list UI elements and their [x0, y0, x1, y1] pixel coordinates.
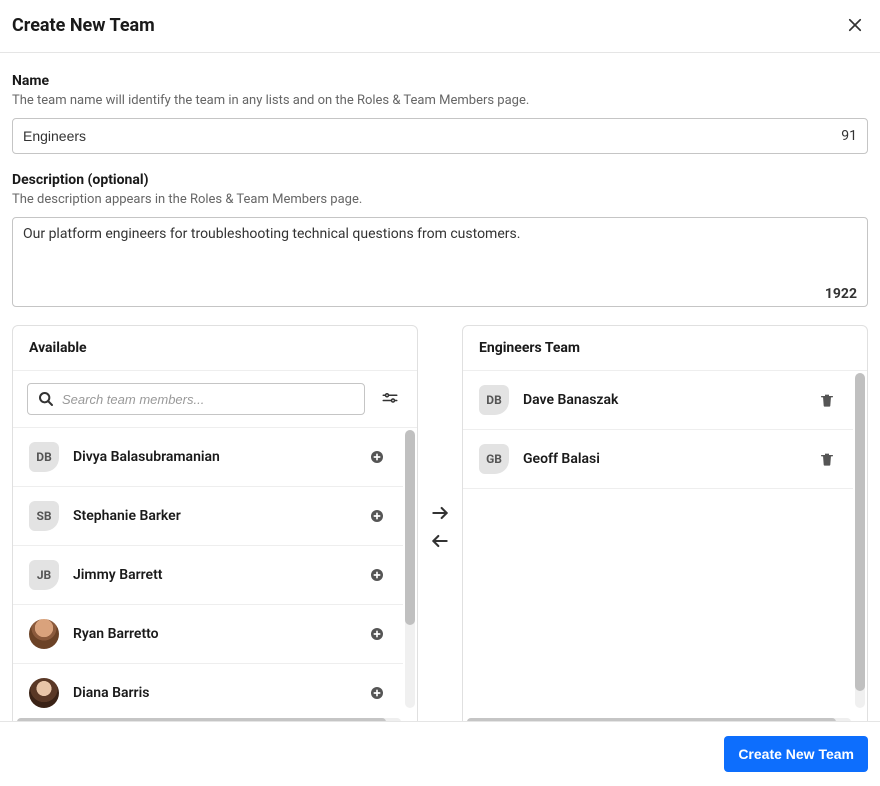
available-list[interactable]: DB Divya Balasubramanian SB Stephanie Barke…: [13, 428, 403, 716]
avatar: JB: [29, 560, 59, 590]
arrow-left-icon: [430, 531, 450, 551]
close-icon: [846, 16, 864, 34]
team-list-wrap: DB Dave Banaszak GB Geoff Balasi: [463, 371, 867, 728]
add-member-button[interactable]: [367, 683, 387, 703]
avatar: GB: [479, 444, 509, 474]
member-name: Jimmy Barrett: [73, 567, 353, 583]
member-name: Divya Balasubramanian: [73, 449, 353, 465]
search-row: [13, 371, 417, 428]
name-label: Name: [12, 73, 868, 89]
available-member-row[interactable]: SB Stephanie Barker: [13, 487, 403, 546]
available-member-row[interactable]: JB Jimmy Barrett: [13, 546, 403, 605]
trash-icon: [819, 451, 835, 467]
member-name: Ryan Barretto: [73, 626, 353, 642]
plus-circle-icon: [369, 685, 385, 701]
description-counter: 1922: [825, 286, 857, 302]
remove-member-button[interactable]: [817, 390, 837, 410]
team-panel-title: Engineers Team: [463, 326, 867, 371]
available-member-row[interactable]: Diana Barris: [13, 664, 403, 716]
available-panel-title: Available: [13, 326, 417, 371]
modal-body: Name The team name will identify the tea…: [0, 53, 880, 741]
member-name: Stephanie Barker: [73, 508, 353, 524]
add-member-button[interactable]: [367, 506, 387, 526]
available-panel: Available: [12, 325, 418, 729]
close-button[interactable]: [842, 12, 868, 38]
modal-title: Create New Team: [12, 15, 155, 36]
search-box: [27, 383, 365, 415]
search-input[interactable]: [62, 392, 354, 407]
arrow-right-icon: [430, 503, 450, 523]
avatar: DB: [29, 442, 59, 472]
trash-icon: [819, 392, 835, 408]
name-input-wrapper: 91: [12, 118, 868, 154]
scrollbar-thumb[interactable]: [855, 373, 865, 691]
team-list[interactable]: DB Dave Banaszak GB Geoff Balasi: [463, 371, 853, 716]
modal-header: Create New Team: [0, 0, 880, 53]
transfer-container: Available: [12, 325, 868, 729]
name-input[interactable]: [23, 128, 833, 144]
remove-member-button[interactable]: [817, 449, 837, 469]
filter-icon: [381, 390, 399, 408]
modal-footer: Create New Team: [0, 721, 880, 786]
avatar: [29, 678, 59, 708]
description-textarea[interactable]: [23, 226, 857, 282]
avatar: SB: [29, 501, 59, 531]
available-member-row[interactable]: DB Divya Balasubramanian: [13, 428, 403, 487]
name-help: The team name will identify the team in …: [12, 93, 868, 108]
avatar: [29, 619, 59, 649]
available-vscrollbar[interactable]: [405, 430, 415, 708]
member-name: Diana Barris: [73, 685, 353, 701]
scrollbar-thumb[interactable]: [405, 430, 415, 625]
plus-circle-icon: [369, 449, 385, 465]
member-name: Geoff Balasi: [523, 451, 803, 467]
plus-circle-icon: [369, 508, 385, 524]
team-panel: Engineers Team DB Dave Banaszak GB Geoff Ba…: [462, 325, 868, 729]
transfer-arrows: [426, 503, 454, 551]
description-label: Description (optional): [12, 172, 868, 188]
description-help: The description appears in the Roles & T…: [12, 192, 868, 207]
add-member-button[interactable]: [367, 624, 387, 644]
plus-circle-icon: [369, 626, 385, 642]
description-textarea-wrapper: 1922: [12, 217, 868, 307]
plus-circle-icon: [369, 567, 385, 583]
avatar: DB: [479, 385, 509, 415]
filter-button[interactable]: [377, 386, 403, 412]
team-vscrollbar[interactable]: [855, 373, 865, 708]
search-icon: [38, 391, 54, 407]
name-counter: 91: [833, 128, 857, 144]
add-member-button[interactable]: [367, 565, 387, 585]
member-name: Dave Banaszak: [523, 392, 803, 408]
available-member-row[interactable]: Ryan Barretto: [13, 605, 403, 664]
add-member-button[interactable]: [367, 447, 387, 467]
create-team-button[interactable]: Create New Team: [724, 736, 868, 772]
available-list-wrap: DB Divya Balasubramanian SB Stephanie Barke…: [13, 428, 417, 728]
team-member-row[interactable]: GB Geoff Balasi: [463, 430, 853, 489]
team-member-row[interactable]: DB Dave Banaszak: [463, 371, 853, 430]
